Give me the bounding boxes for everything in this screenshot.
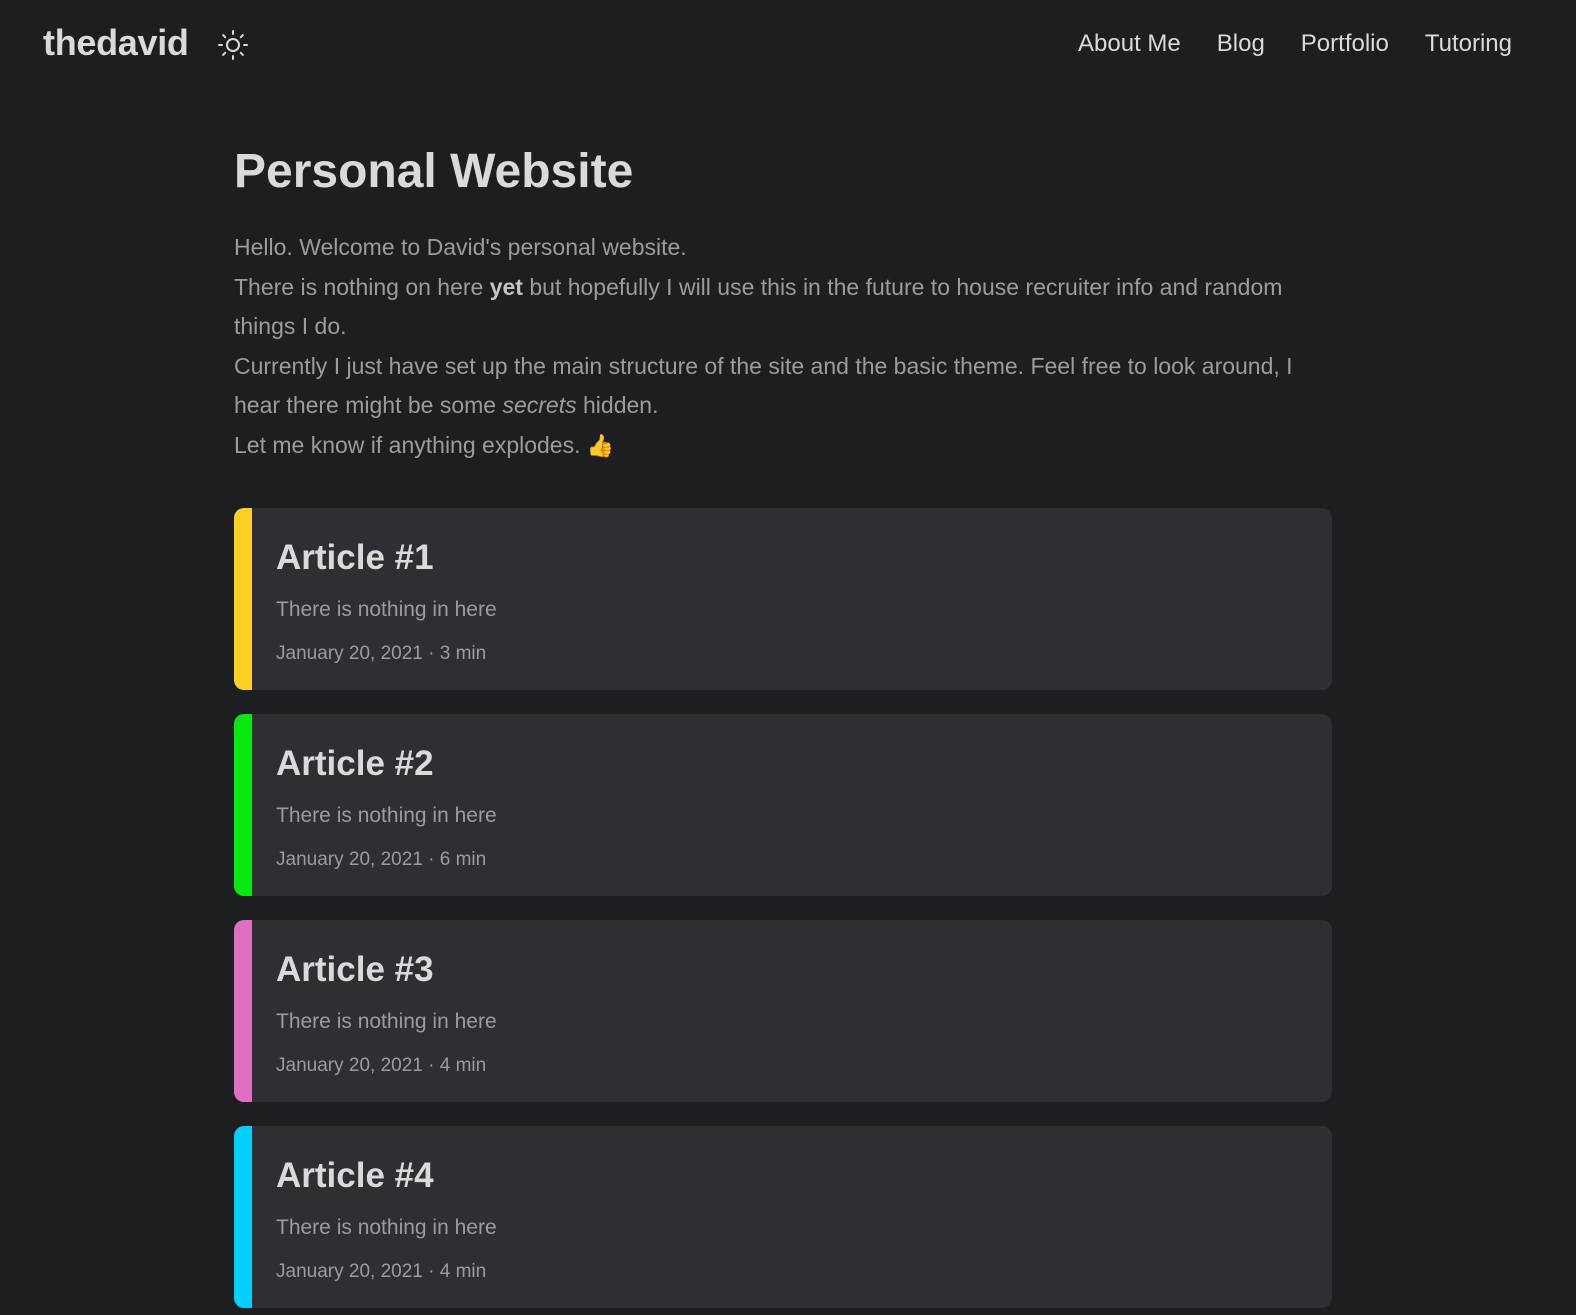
intro-line-3-post: hidden. [576,392,659,418]
article-color-stripe [234,714,252,896]
intro-line-3-pre: Currently I just have set up the main st… [234,352,1293,419]
intro-line-2-pre: There is nothing on here [234,273,490,300]
thumbs-up-icon: 👍 [586,432,614,458]
sun-icon[interactable] [217,29,249,61]
article-meta: January 20, 2021 · 4 min [276,1055,487,1076]
intro-line-4: Let me know if anything explodes. 👍 [234,426,1332,466]
intro-line-4-text: Let me know if anything explodes. [234,431,581,458]
article-card-4[interactable]: Article #4 There is nothing in here Janu… [234,1126,1332,1308]
article-title: Article #4 [276,1156,434,1195]
intro-line-2-bold: yet [489,273,523,300]
article-summary: There is nothing in here [276,1216,497,1239]
article-summary: There is nothing in here [276,1010,497,1033]
nav-about-me[interactable]: About Me [1078,30,1181,58]
article-card-1[interactable]: Article #1 There is nothing in here Janu… [234,508,1332,690]
intro-text: Hello. Welcome to David's personal websi… [234,228,1332,465]
article-card-3[interactable]: Article #3 There is nothing in here Janu… [234,920,1332,1102]
article-meta: January 20, 2021 · 3 min [276,643,487,664]
article-color-stripe [234,1126,252,1308]
intro-line-3: Currently I just have set up the main st… [234,347,1332,426]
article-color-stripe [234,508,252,690]
intro-line-3-em: secrets [502,392,577,418]
article-meta: January 20, 2021 · 6 min [276,849,487,870]
page-title: Personal Website [234,145,634,198]
article-meta: January 20, 2021 · 4 min [276,1261,487,1282]
nav-portfolio[interactable]: Portfolio [1301,30,1389,58]
main-nav: About Me Blog Portfolio Tutoring [1078,30,1512,58]
article-card-2[interactable]: Article #2 There is nothing in here Janu… [234,714,1332,896]
article-title: Article #3 [276,950,434,989]
article-summary: There is nothing in here [276,598,497,621]
nav-tutoring[interactable]: Tutoring [1425,30,1512,58]
article-color-stripe [234,920,252,1102]
intro-line-1: Hello. Welcome to David's personal websi… [234,234,687,260]
article-summary: There is nothing in here [276,804,497,827]
article-title: Article #2 [276,744,434,783]
site-header: thedavid About Me Blog Portfolio Tutorin… [0,0,1576,90]
site-logo[interactable]: thedavid [43,22,189,64]
nav-blog[interactable]: Blog [1217,30,1265,58]
article-title: Article #1 [276,538,434,577]
intro-line-2: There is nothing on here yet but hopeful… [234,268,1332,347]
intro-section: Personal Website Hello. Welcome to David… [234,140,1332,465]
article-list: Article #1 There is nothing in here Janu… [234,508,1332,1315]
